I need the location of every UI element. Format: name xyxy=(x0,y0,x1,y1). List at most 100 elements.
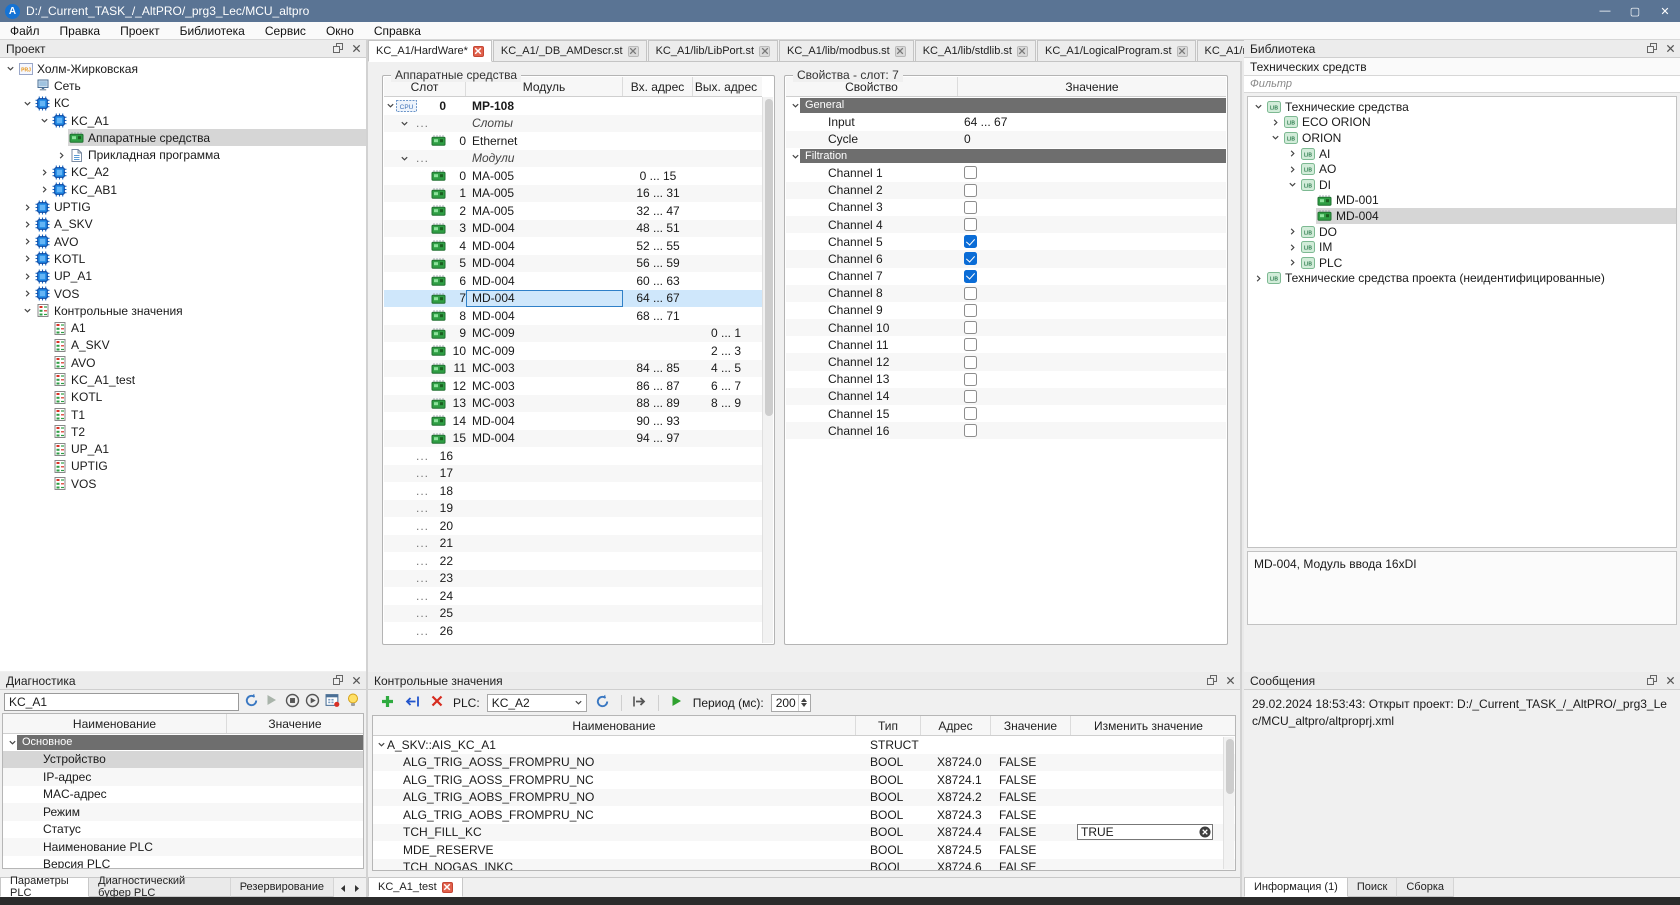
property-row-channel-13[interactable]: Channel 13 xyxy=(786,371,1226,388)
property-row-channel-2[interactable]: Channel 2 xyxy=(786,182,1226,199)
hardware-row-16[interactable]: ...16 xyxy=(384,447,762,465)
channel-checkbox[interactable] xyxy=(964,287,977,300)
channel-checkbox[interactable] xyxy=(964,235,977,248)
tree-item-технические-средства[interactable]: LIBТехнические средства xyxy=(1248,99,1676,115)
module-cell[interactable]: MC-009 xyxy=(466,342,623,360)
hardware-row-26[interactable]: ...26 xyxy=(384,622,762,640)
property-row-channel-12[interactable]: Channel 12 xyxy=(786,353,1226,370)
tab-close-icon[interactable] xyxy=(628,46,639,57)
start-watch-icon[interactable] xyxy=(668,694,686,712)
expander-icon[interactable] xyxy=(1252,274,1265,283)
hardware-row-MD-004[interactable]: 4MD-00452 ... 55 xyxy=(384,237,762,255)
spinner-arrows-icon[interactable] xyxy=(798,695,810,711)
property-row-channel-11[interactable]: Channel 11 xyxy=(786,336,1226,353)
hardware-row-MC-003[interactable]: 12MC-00386 ... 876 ... 7 xyxy=(384,377,762,395)
hardware-row-MD-004[interactable]: 3MD-00448 ... 51 xyxy=(384,220,762,238)
hardware-row-MD-004[interactable]: 5MD-00456 ... 59 xyxy=(384,255,762,273)
expander-icon[interactable] xyxy=(21,289,34,298)
diagnostics-tab-2[interactable]: Резервирование xyxy=(231,878,334,897)
edit-value-input[interactable]: TRUE xyxy=(1077,824,1213,840)
expander-icon[interactable] xyxy=(21,237,34,246)
tree-item-plc[interactable]: LIBPLC xyxy=(1248,255,1676,271)
tab-close-icon[interactable] xyxy=(1177,46,1188,57)
tab-scroll-left-icon[interactable] xyxy=(337,881,349,895)
channel-checkbox[interactable] xyxy=(964,218,977,231)
expander-icon[interactable] xyxy=(4,64,17,73)
hardware-row-Слоты[interactable]: ...Слоты xyxy=(384,115,762,133)
channel-checkbox[interactable] xyxy=(964,356,977,369)
close-icon[interactable] xyxy=(1664,675,1676,687)
hardware-scrollbar[interactable] xyxy=(762,97,773,643)
module-cell[interactable]: MP-108 xyxy=(466,97,623,115)
channel-checkbox[interactable] xyxy=(964,321,977,334)
section-основное[interactable]: Основное xyxy=(3,734,363,751)
module-cell[interactable]: MC-003 xyxy=(466,360,623,378)
hardware-row-MD-004[interactable]: 15MD-00494 ... 97 xyxy=(384,430,762,448)
channel-checkbox[interactable] xyxy=(964,373,977,386)
module-cell[interactable] xyxy=(466,535,623,553)
property-row-channel-16[interactable]: Channel 16 xyxy=(786,422,1226,439)
watch-row-a_skv::ais_kc_a1[interactable]: A_SKV::AIS_KC_A1STRUCT xyxy=(373,736,1235,754)
expander-icon[interactable] xyxy=(1269,118,1282,127)
module-cell[interactable] xyxy=(466,500,623,518)
expander-icon[interactable] xyxy=(21,220,34,229)
tree-item-vos[interactable]: VOS xyxy=(0,475,366,492)
expander-icon[interactable] xyxy=(21,306,34,315)
menu-item-5[interactable]: Окно xyxy=(316,24,364,38)
close-icon[interactable] xyxy=(1664,43,1676,55)
column-header-0[interactable]: Наименование xyxy=(3,714,227,733)
module-cell[interactable]: MD-004 xyxy=(466,430,623,448)
diagnostics-tab-1[interactable]: Диагностический буфер PLC xyxy=(89,878,231,897)
diagnostic-row-статус[interactable]: Статус xyxy=(3,821,363,839)
hardware-row-Модули[interactable]: ...Модули xyxy=(384,150,762,168)
channel-checkbox[interactable] xyxy=(964,270,977,283)
float-icon[interactable] xyxy=(332,43,344,55)
tree-item-up-a1[interactable]: UP_A1 xyxy=(0,441,366,458)
tree-item-uptig[interactable]: UPTIG xyxy=(0,198,366,215)
start-diagnostics-icon[interactable] xyxy=(263,693,280,711)
property-row-channel-8[interactable]: Channel 8 xyxy=(786,285,1226,302)
module-cell[interactable] xyxy=(466,570,623,588)
diagnostics-tab-0[interactable]: Параметры PLC xyxy=(0,878,89,897)
menu-item-1[interactable]: Правка xyxy=(50,24,111,38)
close-icon[interactable] xyxy=(350,43,362,55)
expander-icon[interactable] xyxy=(1286,180,1299,189)
channel-checkbox[interactable] xyxy=(964,304,977,317)
hardware-row-MD-004[interactable]: 6MD-00460 ... 63 xyxy=(384,272,762,290)
messages-tab-1[interactable]: Поиск xyxy=(1348,878,1397,897)
delete-variable-icon[interactable] xyxy=(428,694,446,712)
tab-close-icon[interactable] xyxy=(895,46,906,57)
expander-icon[interactable] xyxy=(38,168,51,177)
messages-tab-2[interactable]: Сборка xyxy=(1397,878,1454,897)
module-cell[interactable]: MA-005 xyxy=(466,167,623,185)
module-cell[interactable]: Слоты xyxy=(466,115,623,133)
float-icon[interactable] xyxy=(1646,43,1658,55)
tree-item-avo[interactable]: AVO xyxy=(0,233,366,250)
tree-item-t2[interactable]: T2 xyxy=(0,423,366,440)
tree-item-kc-a2[interactable]: KC_A2 xyxy=(0,164,366,181)
watch-row-alg_trig_aobs_frompru_nc[interactable]: ALG_TRIG_AOBS_FROMPRU_NCBOOLX8724.3FALSE xyxy=(373,806,1235,824)
playback-icon[interactable] xyxy=(304,693,321,711)
expander-icon[interactable] xyxy=(1286,258,1299,267)
refresh-icon[interactable] xyxy=(594,694,612,712)
clear-icon[interactable] xyxy=(1198,826,1212,838)
property-row-input[interactable]: Input64 ... 67 xyxy=(786,114,1226,131)
column-header-3[interactable]: Вых. адрес xyxy=(693,77,759,96)
hardware-row-MD-004[interactable]: 7MD-00464 ... 67 xyxy=(384,290,762,308)
expander-icon[interactable] xyxy=(1286,165,1299,174)
expander-icon[interactable] xyxy=(1286,243,1299,252)
tree-item-кс[interactable]: КС xyxy=(0,95,366,112)
module-cell[interactable]: MD-004 xyxy=(466,307,623,325)
section-filtration[interactable]: Filtration xyxy=(786,148,1226,165)
property-row-channel-7[interactable]: Channel 7 xyxy=(786,268,1226,285)
expander-icon[interactable] xyxy=(38,185,51,194)
channel-checkbox[interactable] xyxy=(964,166,977,179)
module-cell[interactable]: MD-004 xyxy=(466,237,623,255)
module-cell[interactable]: MA-005 xyxy=(466,202,623,220)
import-variable-icon[interactable] xyxy=(403,694,421,712)
tree-item-kc-a1-test[interactable]: KC_A1_test xyxy=(0,371,366,388)
tree-item-eco-orion[interactable]: LIBECO ORION xyxy=(1248,115,1676,131)
diagnostic-row-наименование-plc[interactable]: Наименование PLC xyxy=(3,838,363,856)
column-header-4[interactable]: Изменить значение xyxy=(1071,716,1226,735)
property-row-channel-1[interactable]: Channel 1 xyxy=(786,164,1226,181)
